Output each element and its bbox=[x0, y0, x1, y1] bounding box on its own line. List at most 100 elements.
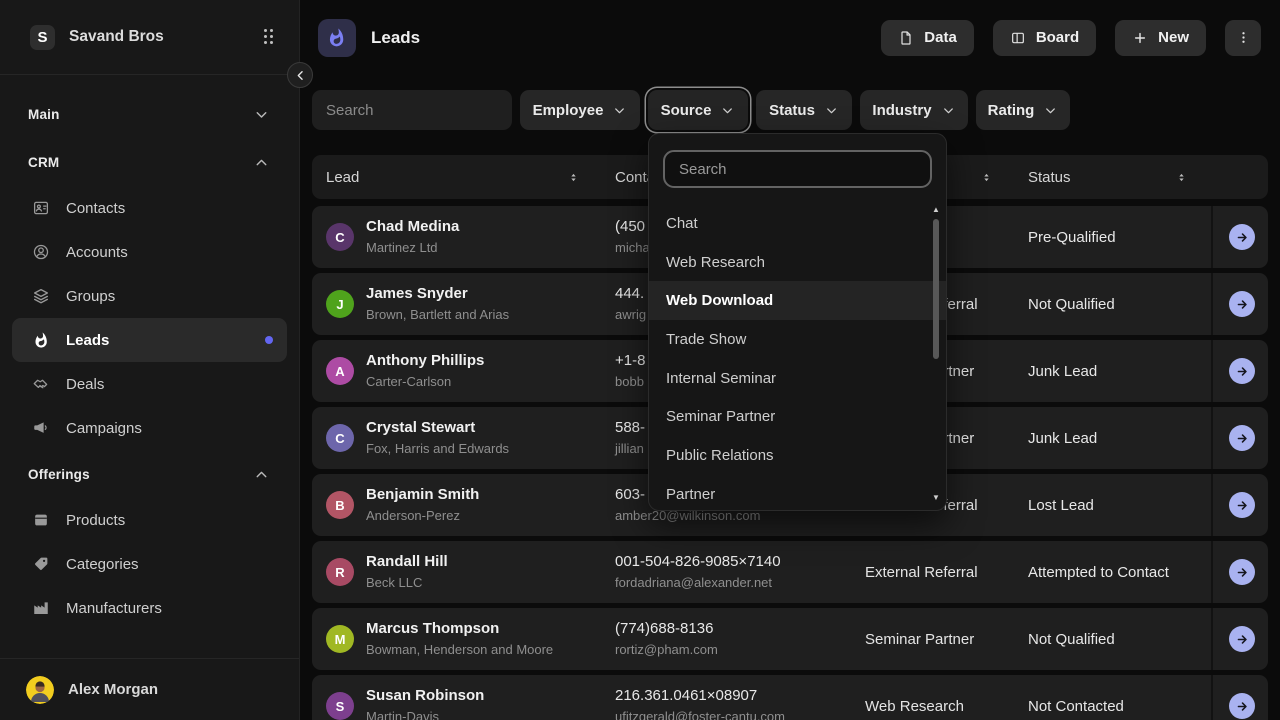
lead-phone: 444. bbox=[615, 284, 646, 304]
app-window: S Savand Bros Main CRM Contacts Accounts bbox=[0, 0, 1280, 720]
table-row[interactable]: M Marcus ThompsonBowman, Henderson and M… bbox=[312, 608, 1268, 670]
arrow-right-icon bbox=[1235, 699, 1250, 714]
column-header-lead[interactable]: Lead bbox=[326, 155, 580, 199]
dropdown-search-input[interactable] bbox=[663, 150, 932, 188]
lead-source: Web Research bbox=[865, 675, 964, 720]
chevron-down-icon bbox=[824, 103, 839, 118]
option-web-download[interactable]: Web Download bbox=[649, 281, 946, 320]
dropdown-scrollbar[interactable]: ▲ ▼ bbox=[930, 206, 942, 502]
lead-source: External Referral bbox=[865, 541, 978, 603]
lead-email: jillian bbox=[615, 440, 645, 457]
lead-name: Marcus Thompson bbox=[366, 619, 553, 639]
open-lead-button[interactable] bbox=[1229, 425, 1255, 451]
option-web-research[interactable]: Web Research bbox=[649, 243, 946, 282]
source-dropdown-panel: Chat Web Research Web Download Trade Sho… bbox=[648, 133, 947, 511]
option-trade-show[interactable]: Trade Show bbox=[649, 320, 946, 359]
sidebar-item-accounts[interactable]: Accounts bbox=[12, 230, 287, 274]
scrollbar-thumb[interactable] bbox=[933, 219, 939, 359]
avatar: C bbox=[326, 223, 354, 251]
column-header-status[interactable]: Status bbox=[1028, 155, 1188, 199]
sidebar-item-manufacturers[interactable]: Manufacturers bbox=[12, 586, 287, 630]
lead-company: Carter-Carlson bbox=[366, 373, 484, 390]
option-internal-seminar[interactable]: Internal Seminar bbox=[649, 359, 946, 398]
open-lead-button[interactable] bbox=[1229, 559, 1255, 585]
board-button-label: Board bbox=[1036, 29, 1079, 46]
section-label: Offerings bbox=[28, 467, 90, 482]
status-filter[interactable]: Status bbox=[756, 90, 852, 130]
sidebar-item-label: Categories bbox=[66, 556, 139, 573]
row-divider bbox=[1211, 273, 1213, 335]
lead-status: Junk Lead bbox=[1028, 340, 1097, 402]
option-public-relations[interactable]: Public Relations bbox=[649, 436, 946, 475]
row-divider bbox=[1211, 675, 1213, 720]
lead-phone: 588- bbox=[615, 418, 645, 438]
chevron-left-icon bbox=[293, 68, 308, 83]
scroll-up-icon[interactable]: ▲ bbox=[931, 206, 941, 214]
sidebar-item-label: Campaigns bbox=[66, 420, 142, 437]
open-lead-button[interactable] bbox=[1229, 693, 1255, 719]
sidebar-item-categories[interactable]: Categories bbox=[12, 542, 287, 586]
sidebar-item-campaigns[interactable]: Campaigns bbox=[12, 406, 287, 450]
lead-status: Attempted to Contact bbox=[1028, 541, 1169, 603]
option-partner[interactable]: Partner bbox=[649, 475, 946, 514]
sidebar-item-groups[interactable]: Groups bbox=[12, 274, 287, 318]
scroll-down-icon[interactable]: ▼ bbox=[931, 494, 941, 502]
arrow-right-icon bbox=[1235, 431, 1250, 446]
filter-label: Source bbox=[661, 102, 712, 119]
open-lead-button[interactable] bbox=[1229, 224, 1255, 250]
table-row[interactable]: R Randall HillBeck LLC 001-504-826-9085×… bbox=[312, 541, 1268, 603]
sidebar-item-leads[interactable]: Leads bbox=[12, 318, 287, 362]
option-seminar-partner[interactable]: Seminar Partner bbox=[649, 397, 946, 436]
data-button[interactable]: Data bbox=[881, 20, 974, 56]
flame-icon bbox=[318, 19, 356, 57]
products-icon bbox=[32, 511, 50, 529]
user-menu[interactable]: Alex Morgan bbox=[0, 658, 299, 720]
sidebar-collapse-button[interactable] bbox=[287, 62, 313, 88]
lead-email: awrig bbox=[615, 306, 646, 323]
avatar: A bbox=[326, 357, 354, 385]
groups-icon bbox=[32, 287, 50, 305]
row-divider bbox=[1211, 206, 1213, 268]
lead-email: rortiz@pham.com bbox=[615, 641, 718, 658]
sort-icon bbox=[567, 171, 580, 184]
sidebar-item-deals[interactable]: Deals bbox=[12, 362, 287, 406]
app-grid-icon[interactable] bbox=[264, 29, 275, 46]
open-lead-button[interactable] bbox=[1229, 492, 1255, 518]
chevron-down-icon bbox=[1043, 103, 1058, 118]
table-row[interactable]: S Susan RobinsonMartin-Davis 216.361.046… bbox=[312, 675, 1268, 720]
lead-status: Not Qualified bbox=[1028, 273, 1115, 335]
section-label: Main bbox=[28, 107, 60, 122]
industry-filter[interactable]: Industry bbox=[860, 90, 968, 130]
search-input[interactable] bbox=[312, 90, 512, 130]
filter-label: Status bbox=[769, 102, 815, 119]
source-filter[interactable]: Source bbox=[648, 90, 748, 130]
employee-filter[interactable]: Employee bbox=[520, 90, 640, 130]
sidebar: S Savand Bros Main CRM Contacts Accounts bbox=[0, 0, 300, 720]
avatar: R bbox=[326, 558, 354, 586]
open-lead-button[interactable] bbox=[1229, 626, 1255, 652]
rating-filter[interactable]: Rating bbox=[976, 90, 1070, 130]
sidebar-item-products[interactable]: Products bbox=[12, 498, 287, 542]
open-lead-button[interactable] bbox=[1229, 291, 1255, 317]
sidebar-section-offerings[interactable]: Offerings bbox=[0, 450, 299, 498]
board-button[interactable]: Board bbox=[993, 20, 1096, 56]
sidebar-item-contacts[interactable]: Contacts bbox=[12, 186, 287, 230]
flame-icon bbox=[32, 331, 50, 349]
more-options-button[interactable] bbox=[1225, 20, 1261, 56]
document-icon bbox=[898, 30, 914, 46]
sidebar-item-label: Products bbox=[66, 512, 125, 529]
sidebar-section-main[interactable]: Main bbox=[0, 90, 299, 138]
chevron-down-icon bbox=[720, 103, 735, 118]
new-button[interactable]: New bbox=[1115, 20, 1206, 56]
chevron-down-icon bbox=[253, 106, 270, 123]
sidebar-item-label: Accounts bbox=[66, 244, 128, 261]
dropdown-options: Chat Web Research Web Download Trade Sho… bbox=[649, 204, 946, 514]
option-chat[interactable]: Chat bbox=[649, 204, 946, 243]
sidebar-item-label: Deals bbox=[66, 376, 104, 393]
open-lead-button[interactable] bbox=[1229, 358, 1255, 384]
sidebar-section-crm[interactable]: CRM bbox=[0, 138, 299, 186]
sidebar-item-label: Manufacturers bbox=[66, 600, 162, 617]
chevron-down-icon bbox=[941, 103, 956, 118]
avatar: J bbox=[326, 290, 354, 318]
brand-logo: S bbox=[30, 25, 55, 50]
